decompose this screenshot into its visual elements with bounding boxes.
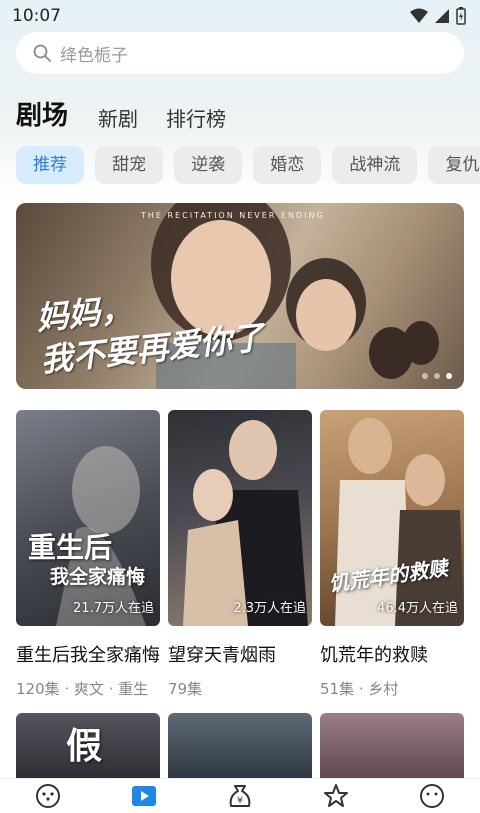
tab-ranking[interactable]: 排行榜 [166, 103, 226, 132]
view-count: 2.3万人在追 [233, 601, 306, 616]
chip-sweet[interactable]: 甜宠 [95, 146, 164, 184]
pager-dot-active [446, 373, 452, 379]
wifi-icon [410, 8, 428, 23]
poster-title-art: 重生后 [28, 531, 113, 564]
tab-theater[interactable]: 剧场 [16, 95, 68, 132]
chip-war-god[interactable]: 战神流 [332, 146, 418, 184]
drama-poster-partial[interactable] [168, 713, 312, 783]
money-bag-icon: ¥ [229, 785, 251, 807]
drama-meta: 79集 [168, 680, 203, 698]
drama-card[interactable]: 重生后 我全家痛悔 21.7万人在追 重生后我全家痛悔 120集 · 爽文 · … [16, 410, 160, 699]
chip-romance[interactable]: 婚恋 [253, 146, 322, 184]
category-chips: 推荐 甜宠 逆袭 婚恋 战神流 复仇 [16, 146, 480, 186]
banner-subtitle: THE RECITATION NEVER ENDING [141, 211, 325, 220]
search-bar[interactable]: 绛色栀子 [16, 32, 464, 74]
status-bar: 10:07 [0, 0, 480, 32]
drama-card[interactable]: 饥荒年的救赎 46.4万人在追 饥荒年的救赎 51集 · 乡村 [320, 410, 464, 699]
chip-revenge[interactable]: 复仇 [428, 146, 480, 184]
smiley-icon [420, 784, 444, 808]
status-icons [410, 7, 466, 25]
drama-poster-partial[interactable] [320, 713, 464, 783]
tab-new[interactable]: 新剧 [98, 103, 138, 132]
drama-title[interactable]: 重生后我全家痛悔 [16, 641, 164, 667]
drama-poster[interactable]: 饥荒年的救赎 46.4万人在追 [320, 410, 464, 626]
chip-comeback[interactable]: 逆袭 [174, 146, 243, 184]
status-time: 10:07 [12, 6, 61, 26]
drama-meta: 120集 · 爽文 · 重生 [16, 680, 149, 698]
search-placeholder: 绛色栀子 [60, 45, 128, 66]
svg-text:¥: ¥ [237, 796, 243, 806]
drama-card[interactable]: 2.3万人在追 望穿天青烟雨 79集 [168, 410, 312, 699]
signal-icon [435, 9, 449, 23]
chip-recommended[interactable]: 推荐 [16, 146, 84, 184]
play-icon [132, 786, 156, 806]
bottom-nav: ¥ [0, 778, 480, 813]
game-controller-icon [36, 784, 60, 808]
battery-icon [456, 7, 466, 25]
banner-pager [422, 373, 452, 379]
top-tabs: 剧场 新剧 排行榜 [16, 96, 254, 132]
drama-poster-partial[interactable]: 假 [16, 713, 160, 783]
drama-meta: 51集 · 乡村 [320, 680, 399, 698]
poster-artwork [183, 420, 308, 626]
poster-artwork [56, 446, 146, 626]
nav-rewards[interactable]: ¥ [220, 781, 260, 811]
star-icon [324, 784, 348, 807]
pager-dot [422, 373, 428, 379]
featured-banner[interactable]: THE RECITATION NEVER ENDING 妈妈， 我不要再爱你了 [16, 203, 464, 389]
poster-title-art: 我全家痛悔 [50, 566, 146, 588]
nav-game[interactable] [28, 781, 68, 811]
drama-poster[interactable]: 重生后 我全家痛悔 21.7万人在追 [16, 410, 160, 626]
search-icon [33, 44, 51, 62]
nav-favorites[interactable] [316, 781, 356, 811]
drama-title[interactable]: 饥荒年的救赎 [320, 641, 468, 667]
nav-theater[interactable] [124, 781, 164, 811]
drama-poster[interactable]: 2.3万人在追 [168, 410, 312, 626]
poster-title-art: 假 [66, 725, 103, 767]
view-count: 21.7万人在追 [73, 601, 154, 616]
view-count: 46.4万人在追 [377, 601, 458, 616]
nav-profile[interactable] [412, 781, 452, 811]
pager-dot [434, 373, 440, 379]
drama-title[interactable]: 望穿天青烟雨 [168, 641, 316, 667]
